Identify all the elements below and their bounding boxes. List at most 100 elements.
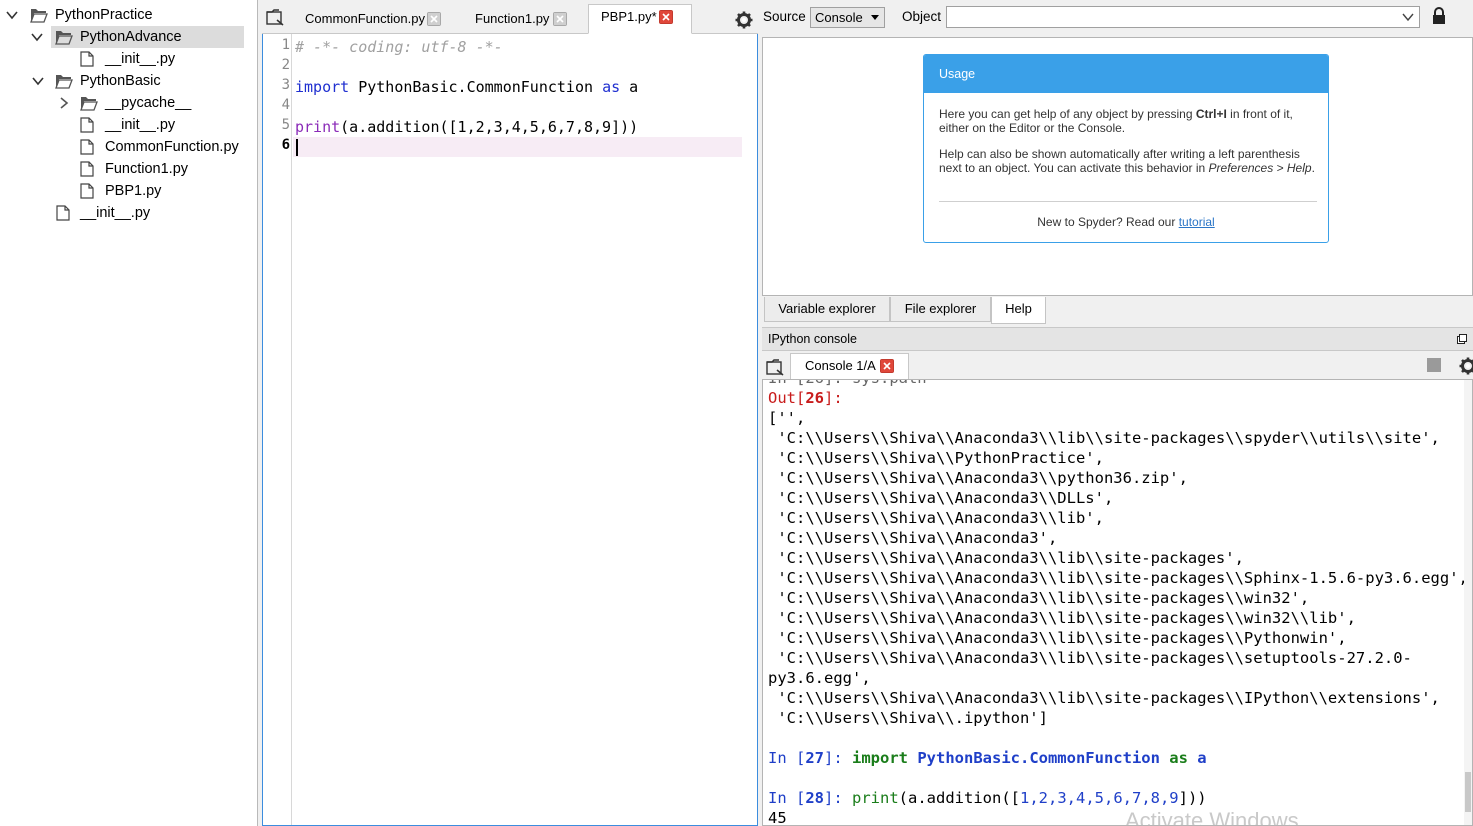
usage-shortcut: Ctrl+I	[1195, 107, 1227, 121]
usage-preferences-path: Preferences > Help	[1208, 161, 1312, 175]
code-alias: a	[620, 78, 639, 96]
dropdown-arrow-icon	[871, 15, 879, 20]
source-select[interactable]: Console	[810, 7, 885, 28]
prompt-number: 27	[805, 749, 824, 767]
output-prompt: Out[26]:	[768, 388, 843, 408]
tree-item-label: __init__.py	[105, 117, 176, 133]
tree-item-commonfunction-py[interactable]: CommonFunction.py	[78, 136, 248, 158]
folder-open-icon	[30, 9, 48, 23]
scrollbar-thumb[interactable]	[1465, 772, 1471, 812]
tab-label: Console 1/A	[805, 358, 876, 373]
folder-open-icon	[55, 31, 73, 45]
tree-item-pbp1-py[interactable]: PBP1.py	[78, 180, 248, 202]
folder-open-icon	[55, 75, 73, 89]
chevron-down-icon[interactable]	[6, 9, 18, 21]
console-line: 'C:\\Users\\Shiva\\Anaconda3\\lib\\site-…	[768, 609, 1356, 627]
tab-commonfunction-py[interactable]: CommonFunction.py	[292, 6, 458, 34]
usage-paragraph-2: Help can also be shown automatically aft…	[939, 147, 1317, 175]
console-scrollbar[interactable]	[1464, 380, 1472, 825]
activation-watermark: Activate Windows	[1125, 808, 1299, 826]
close-tab-icon[interactable]	[553, 12, 567, 26]
usage-text: Here you can get help of any object by p…	[939, 107, 1196, 121]
console-line: 'C:\\Users\\Shiva\\PythonPractice',	[768, 449, 1104, 467]
pane-tab-bar: Variable explorer File explorer Help	[762, 297, 1473, 325]
code-keyword: import	[295, 78, 350, 96]
help-pane: Source Console Object Usage Here you can…	[762, 0, 1473, 326]
gear-icon[interactable]	[735, 11, 753, 29]
tree-item-pythonbasic[interactable]: PythonBasic	[26, 70, 246, 92]
code-editor[interactable]: 1 2 3 4 5 6 # -*- coding: utf-8 -*- impo…	[262, 34, 758, 826]
tree-item-label: PythonBasic	[80, 73, 161, 89]
tree-item-pythonpractice[interactable]: PythonPractice	[0, 4, 255, 26]
tutorial-link[interactable]: tutorial	[1179, 215, 1215, 229]
code-comment: # -*- coding: utf-8 -*-	[295, 38, 503, 56]
tree-item-label: PBP1.py	[105, 183, 162, 199]
chevron-down-icon[interactable]	[32, 75, 44, 87]
object-combobox[interactable]	[946, 6, 1420, 28]
console-output[interactable]: In [26]: sys.path Out[26]: ['', 'C:\\Use…	[762, 379, 1473, 826]
chevron-right-icon[interactable]	[58, 97, 70, 109]
pane-title-label: IPython console	[768, 332, 857, 346]
console-tab-bar: Console 1/A	[762, 351, 1473, 380]
code-args: (a.addition([1,2,3,4,5,6,7,8,9]))	[340, 118, 639, 136]
usage-footer: New to Spyder? Read our tutorial	[924, 215, 1328, 229]
code-line-1: # -*- coding: utf-8 -*-	[295, 37, 503, 57]
editor-pane: CommonFunction.py Function1.py PBP1.py* …	[262, 0, 758, 826]
help-viewer: Usage Here you can get help of any objec…	[762, 37, 1473, 296]
tab-console-1a[interactable]: Console 1/A	[790, 353, 909, 380]
stop-kernel-icon[interactable]	[1427, 358, 1441, 372]
pane-title: IPython console	[762, 327, 1473, 351]
tab-label: PBP1.py*	[601, 9, 657, 24]
line-number: 5	[281, 117, 290, 133]
console-line: 'C:\\Users\\Shiva\\Anaconda3\\lib\\site-…	[768, 569, 1468, 587]
tree-item-init-py[interactable]: __init__.py	[54, 202, 244, 224]
line-number-gutter: 1 2 3 4 5 6	[263, 34, 292, 825]
file-icon	[80, 139, 94, 155]
tab-file-explorer[interactable]: File explorer	[890, 297, 991, 322]
gear-icon[interactable]	[1459, 357, 1473, 375]
close-tab-icon[interactable]	[659, 10, 673, 24]
code-args: ]))	[1178, 789, 1207, 807]
chevron-down-icon[interactable]	[31, 31, 43, 43]
close-tab-icon[interactable]	[427, 12, 441, 26]
tab-function1-py[interactable]: Function1.py	[462, 6, 586, 34]
code-numbers: 1,2,3,4,5,6,7,8,9	[1020, 789, 1179, 807]
chevron-down-icon[interactable]	[1401, 10, 1415, 24]
usage-paragraph-1: Here you can get help of any object by p…	[939, 107, 1317, 135]
tree-item-label: __init__.py	[105, 51, 176, 67]
lock-icon[interactable]	[1432, 7, 1446, 25]
help-toolbar: Source Console Object	[762, 0, 1473, 36]
usage-title: Usage	[924, 55, 1328, 93]
tree-item-init-py[interactable]: __init__.py	[78, 48, 248, 70]
console-line: 'C:\\Users\\Shiva\\Anaconda3\\python36.z…	[768, 469, 1188, 487]
tab-pbp1-py[interactable]: PBP1.py*	[588, 4, 692, 34]
prompt-text: ]:	[824, 389, 843, 407]
line-number: 3	[281, 77, 290, 93]
tab-help[interactable]: Help	[991, 297, 1046, 324]
file-icon	[80, 161, 94, 177]
tree-item-init-py[interactable]: __init__.py	[78, 114, 248, 136]
tree-item-label: PythonPractice	[55, 7, 153, 23]
code-builtin: print	[852, 789, 899, 807]
editor-tab-bar: CommonFunction.py Function1.py PBP1.py*	[262, 0, 758, 34]
console-line: 'C:\\Users\\Shiva\\Anaconda3\\lib\\site-…	[768, 549, 1244, 567]
tree-item-pythonadvance[interactable]: PythonAdvance	[31, 26, 244, 48]
tree-item-pycache[interactable]: __pycache__	[52, 92, 247, 114]
code-keyword: import	[852, 749, 908, 767]
console-line: 'C:\\Users\\Shiva\\Anaconda3\\lib',	[768, 509, 1104, 527]
code-keyword: as	[602, 78, 621, 96]
browse-tabs-icon[interactable]	[766, 359, 786, 377]
undock-icon[interactable]	[1457, 334, 1467, 344]
input-line-27: In [27]: import PythonBasic.CommonFuncti…	[768, 748, 1207, 768]
line-number: 4	[281, 97, 290, 113]
tree-item-function1-py[interactable]: Function1.py	[78, 158, 248, 180]
prompt-text: Out[	[768, 389, 806, 407]
console-line: In [26]: sys.path	[768, 380, 927, 388]
browse-tabs-icon[interactable]	[266, 9, 286, 27]
console-line: 'C:\\Users\\Shiva\\Anaconda3\\lib\\site-…	[768, 589, 1310, 607]
close-tab-icon[interactable]	[880, 359, 894, 373]
tree-item-label: __init__.py	[80, 205, 151, 221]
text-caret	[296, 139, 298, 156]
footer-text: New to Spyder? Read our	[1037, 215, 1179, 229]
tab-variable-explorer[interactable]: Variable explorer	[764, 297, 890, 322]
